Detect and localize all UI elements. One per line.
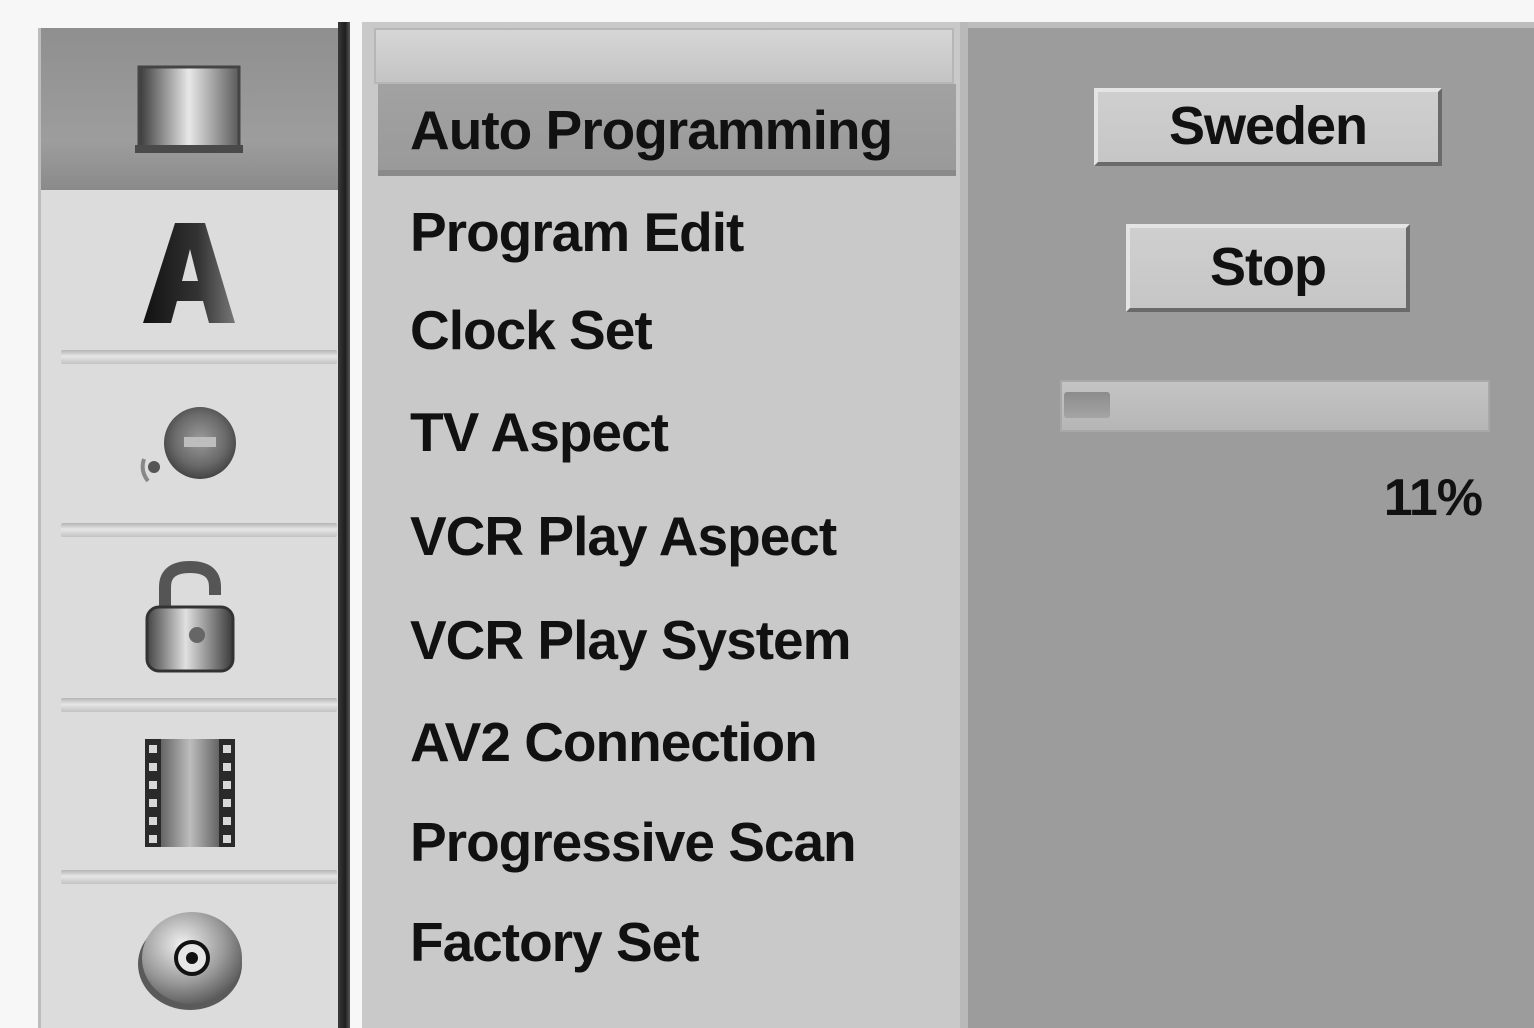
stop-button[interactable]: Stop — [1126, 224, 1410, 312]
sidebar-separator — [61, 350, 337, 364]
sidebar-item-language[interactable] — [41, 198, 338, 348]
menu-item-tv-aspect[interactable]: TV Aspect — [378, 386, 956, 478]
menu-item-program-edit[interactable]: Program Edit — [378, 186, 956, 278]
progress-bar-fill — [1064, 392, 1110, 418]
sidebar-item-audio[interactable] — [41, 368, 338, 523]
menu-item-vcr-play-system[interactable]: VCR Play System — [378, 594, 956, 686]
letter-a-icon — [142, 223, 235, 323]
sidebar-item-disc[interactable] — [41, 888, 338, 1028]
sidebar-item-general[interactable] — [41, 28, 338, 190]
sidebar-item-lock[interactable] — [41, 540, 338, 698]
sidebar-separator — [61, 698, 337, 712]
menu-title-bar — [374, 28, 954, 84]
menu-item-vcr-play-aspect[interactable]: VCR Play Aspect — [378, 490, 956, 582]
sidebar-separator — [61, 523, 337, 537]
menu-item-auto-programming[interactable]: Auto Programming — [378, 84, 956, 176]
film-strip-icon — [144, 739, 235, 847]
category-sidebar — [38, 28, 338, 1028]
sidebar-item-recording[interactable] — [41, 714, 338, 872]
setup-screen: Auto Programming Program Edit Clock Set … — [0, 0, 1534, 1028]
menu-item-av2-connection[interactable]: AV2 Connection — [378, 696, 956, 788]
tv-screen-icon — [134, 65, 243, 153]
sidebar-divider — [338, 22, 350, 1028]
sidebar-separator — [61, 870, 337, 884]
disc-icon — [137, 912, 242, 1010]
progress-percent-label: 11% — [1383, 469, 1483, 527]
country-select[interactable]: Sweden — [1094, 88, 1442, 166]
value-panel: Sweden Stop 11% — [968, 28, 1534, 1028]
menu-item-clock-set[interactable]: Clock Set — [378, 284, 956, 376]
padlock-icon — [145, 560, 234, 673]
audio-speaker-icon — [140, 406, 236, 482]
progress-bar — [1060, 380, 1490, 432]
menu-item-progressive-scan[interactable]: Progressive Scan — [378, 796, 956, 888]
setup-menu: Auto Programming Program Edit Clock Set … — [362, 22, 968, 1028]
menu-item-factory-set[interactable]: Factory Set — [378, 896, 956, 988]
